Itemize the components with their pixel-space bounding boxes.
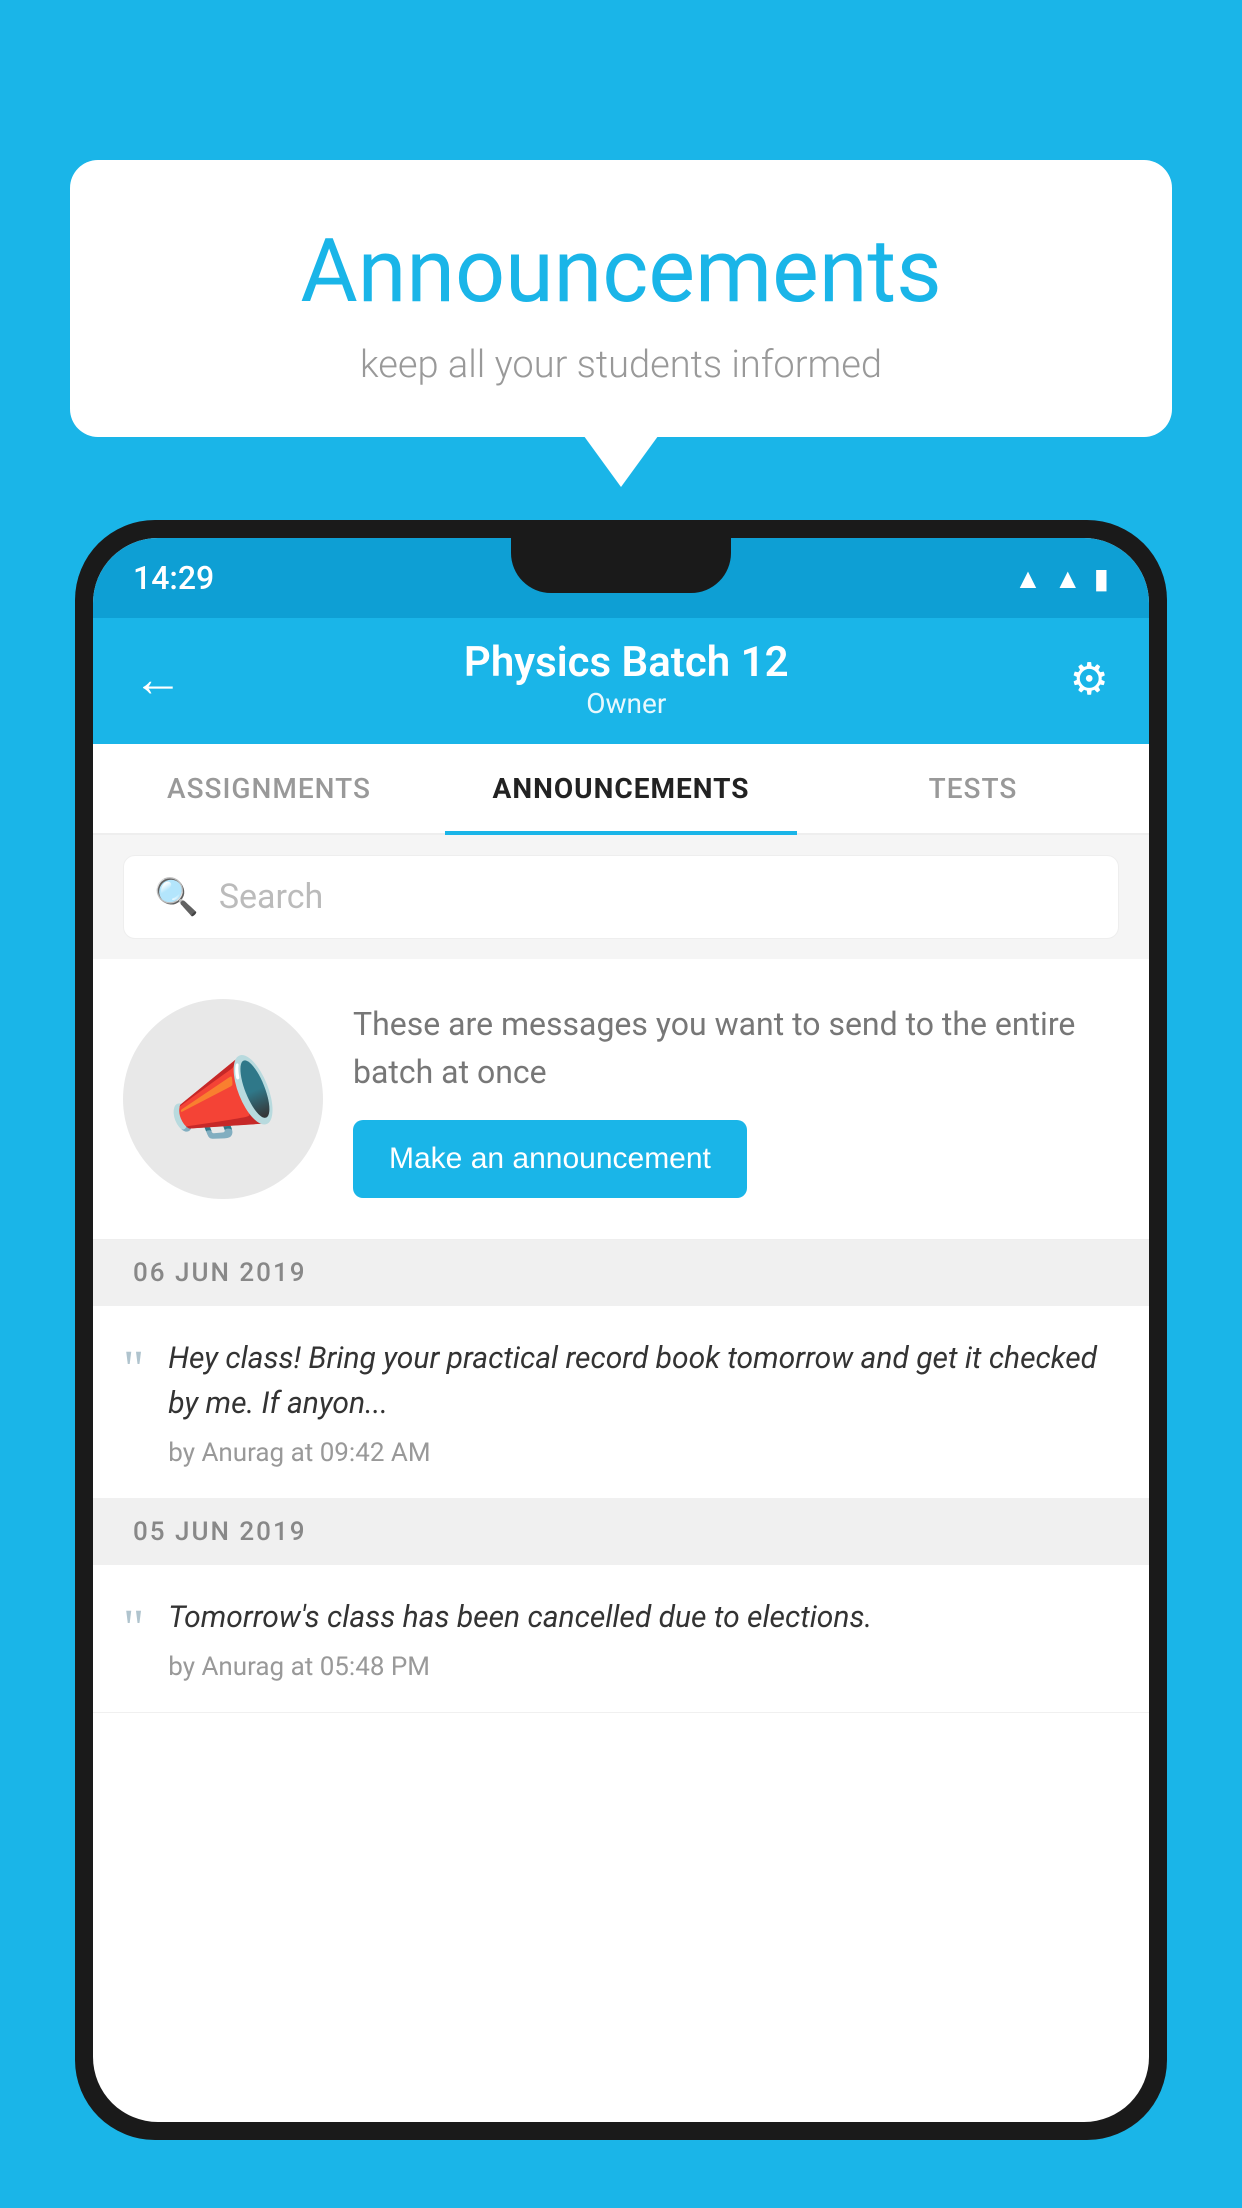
status-icons: ▲ ▲ ▮ bbox=[1014, 562, 1109, 595]
phone-inner: 14:29 ▲ ▲ ▮ ← Physics Batch 12 Owner ⚙ A… bbox=[93, 538, 1149, 2122]
wifi-icon: ▲ bbox=[1014, 562, 1042, 595]
tab-assignments[interactable]: ASSIGNMENTS bbox=[93, 744, 445, 833]
signal-icon: ▲ bbox=[1054, 562, 1082, 595]
promo-section: 📣 These are messages you want to send to… bbox=[93, 959, 1149, 1240]
announcement-content-1: Hey class! Bring your practical record b… bbox=[168, 1336, 1119, 1468]
search-container: 🔍 Search bbox=[93, 835, 1149, 959]
tab-announcements[interactable]: ANNOUNCEMENTS bbox=[445, 744, 797, 833]
announcement-meta-1: by Anurag at 09:42 AM bbox=[168, 1438, 1119, 1468]
header-subtitle: Owner bbox=[464, 687, 789, 720]
phone-outer: 14:29 ▲ ▲ ▮ ← Physics Batch 12 Owner ⚙ A… bbox=[75, 520, 1167, 2140]
make-announcement-button[interactable]: Make an announcement bbox=[353, 1120, 747, 1198]
battery-icon: ▮ bbox=[1094, 562, 1109, 595]
promo-icon-circle: 📣 bbox=[123, 999, 323, 1199]
quote-icon-2: " bbox=[123, 1603, 144, 1655]
header-title: Physics Batch 12 bbox=[464, 638, 789, 687]
speech-bubble: Announcements keep all your students inf… bbox=[70, 160, 1172, 437]
bubble-subtitle: keep all your students informed bbox=[150, 343, 1092, 387]
promo-text: These are messages you want to send to t… bbox=[353, 1000, 1119, 1096]
phone-container: 14:29 ▲ ▲ ▮ ← Physics Batch 12 Owner ⚙ A… bbox=[75, 520, 1167, 2208]
search-placeholder: Search bbox=[219, 877, 323, 917]
header-center: Physics Batch 12 Owner bbox=[464, 638, 789, 720]
tab-tests[interactable]: TESTS bbox=[797, 744, 1149, 833]
date-separator-1: 06 JUN 2019 bbox=[93, 1240, 1149, 1306]
bubble-title: Announcements bbox=[150, 220, 1092, 323]
announcement-text-2: Tomorrow's class has been cancelled due … bbox=[168, 1595, 1119, 1640]
search-bar[interactable]: 🔍 Search bbox=[123, 855, 1119, 939]
settings-button[interactable]: ⚙ bbox=[1070, 653, 1109, 705]
promo-content: These are messages you want to send to t… bbox=[353, 1000, 1119, 1198]
quote-icon-1: " bbox=[123, 1344, 144, 1396]
search-icon: 🔍 bbox=[154, 876, 199, 918]
app-header: ← Physics Batch 12 Owner ⚙ bbox=[93, 618, 1149, 744]
announcement-item-1[interactable]: " Hey class! Bring your practical record… bbox=[93, 1306, 1149, 1499]
date-separator-2: 05 JUN 2019 bbox=[93, 1499, 1149, 1565]
announcement-text-1: Hey class! Bring your practical record b… bbox=[168, 1336, 1119, 1426]
status-time: 14:29 bbox=[133, 559, 214, 597]
speech-bubble-container: Announcements keep all your students inf… bbox=[70, 160, 1172, 437]
tabs: ASSIGNMENTS ANNOUNCEMENTS TESTS bbox=[93, 744, 1149, 835]
announcement-item-2[interactable]: " Tomorrow's class has been cancelled du… bbox=[93, 1565, 1149, 1713]
announcement-meta-2: by Anurag at 05:48 PM bbox=[168, 1652, 1119, 1682]
back-button[interactable]: ← bbox=[133, 650, 183, 709]
phone-notch bbox=[511, 538, 731, 593]
megaphone-icon: 📣 bbox=[167, 1047, 279, 1152]
announcement-content-2: Tomorrow's class has been cancelled due … bbox=[168, 1595, 1119, 1682]
